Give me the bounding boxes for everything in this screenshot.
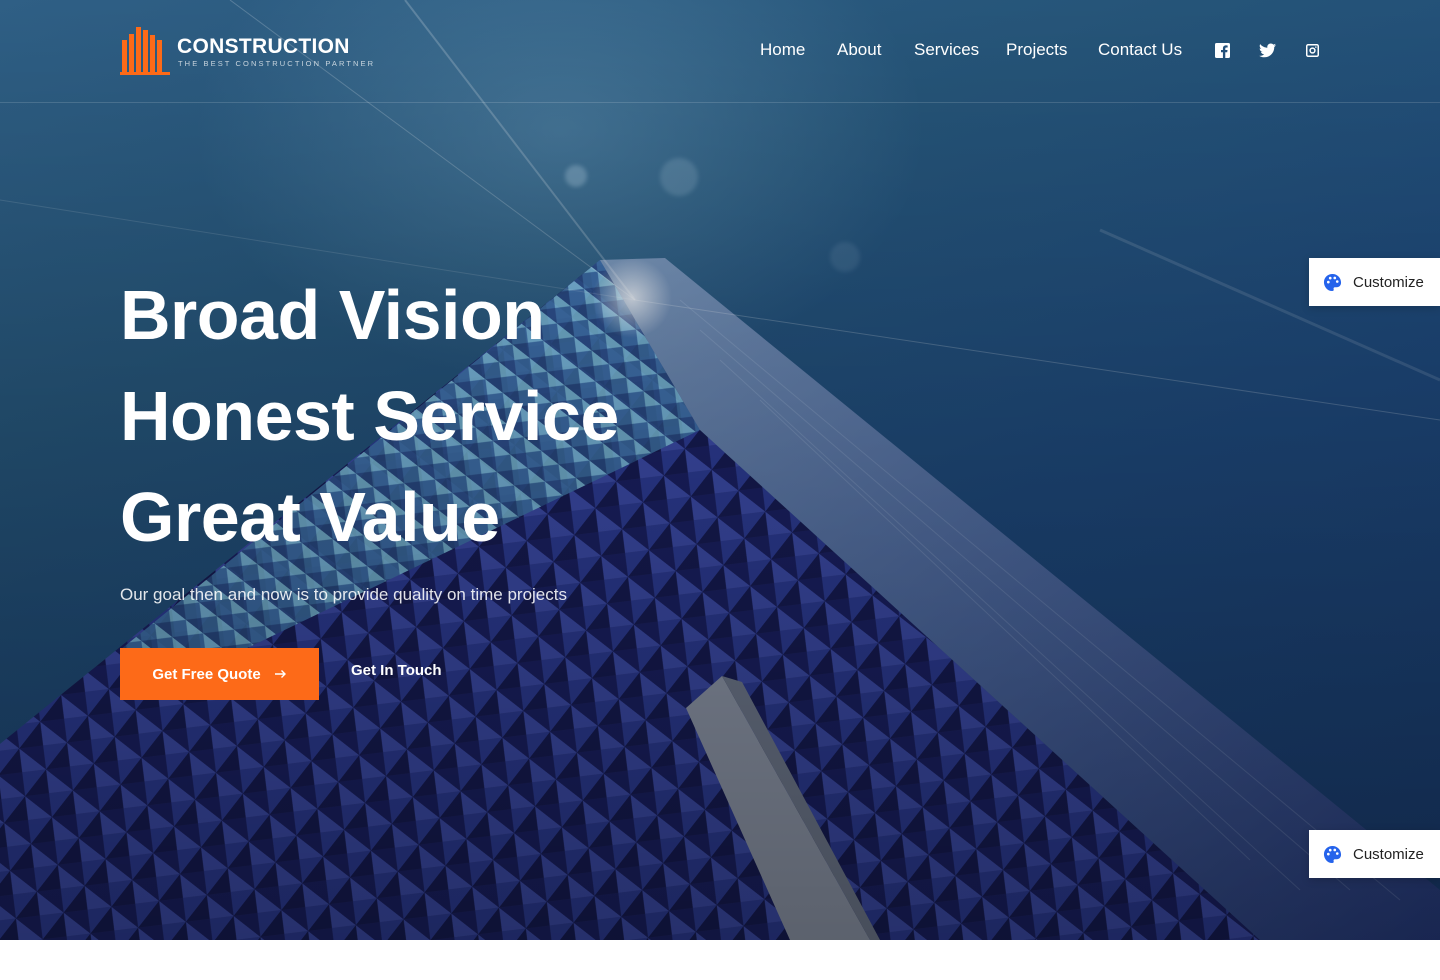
twitter-icon[interactable]: [1259, 43, 1276, 58]
palette-icon: [1323, 273, 1342, 291]
site-logo[interactable]: CONSTRUCTION THE BEST CONSTRUCTION PARTN…: [120, 26, 380, 76]
hero-headline-line-2: Honest Service: [120, 377, 619, 455]
hero-background-image: [0, 0, 1440, 940]
nav-item-contact-us[interactable]: Contact Us: [1098, 40, 1182, 60]
instagram-icon[interactable]: [1306, 44, 1319, 57]
facebook-icon[interactable]: [1215, 43, 1230, 58]
lens-flare: [565, 165, 587, 187]
brand-title: CONSTRUCTION: [177, 35, 350, 58]
hero-section: CONSTRUCTION THE BEST CONSTRUCTION PARTN…: [0, 0, 1440, 940]
get-free-quote-button[interactable]: Get Free Quote: [120, 648, 319, 700]
customize-label: Customize: [1353, 845, 1424, 863]
hero-headline-line-1: Broad Vision: [120, 276, 545, 354]
get-in-touch-link[interactable]: Get In Touch: [351, 662, 442, 679]
customize-button[interactable]: Customize: [1309, 830, 1440, 878]
nav-item-services[interactable]: Services: [914, 40, 979, 60]
lens-flare: [660, 158, 698, 196]
customize-button[interactable]: Customize: [1309, 258, 1440, 306]
hero-headline-line-3: Great Value: [120, 478, 500, 556]
site-header: CONSTRUCTION THE BEST CONSTRUCTION PARTN…: [0, 0, 1440, 103]
nav-item-about[interactable]: About: [837, 40, 881, 60]
lens-flare: [830, 242, 860, 272]
arrow-right-icon: [274, 670, 286, 678]
nav-item-projects[interactable]: Projects: [1006, 40, 1067, 60]
palette-icon: [1323, 845, 1342, 863]
building-logo-icon: [120, 27, 170, 75]
hero-subtitle: Our goal then and now is to provide qual…: [120, 585, 567, 604]
customize-label: Customize: [1353, 273, 1424, 291]
get-free-quote-label: Get Free Quote: [152, 665, 261, 683]
brand-tagline: THE BEST CONSTRUCTION PARTNER: [178, 59, 376, 68]
nav-item-home[interactable]: Home: [760, 40, 805, 60]
